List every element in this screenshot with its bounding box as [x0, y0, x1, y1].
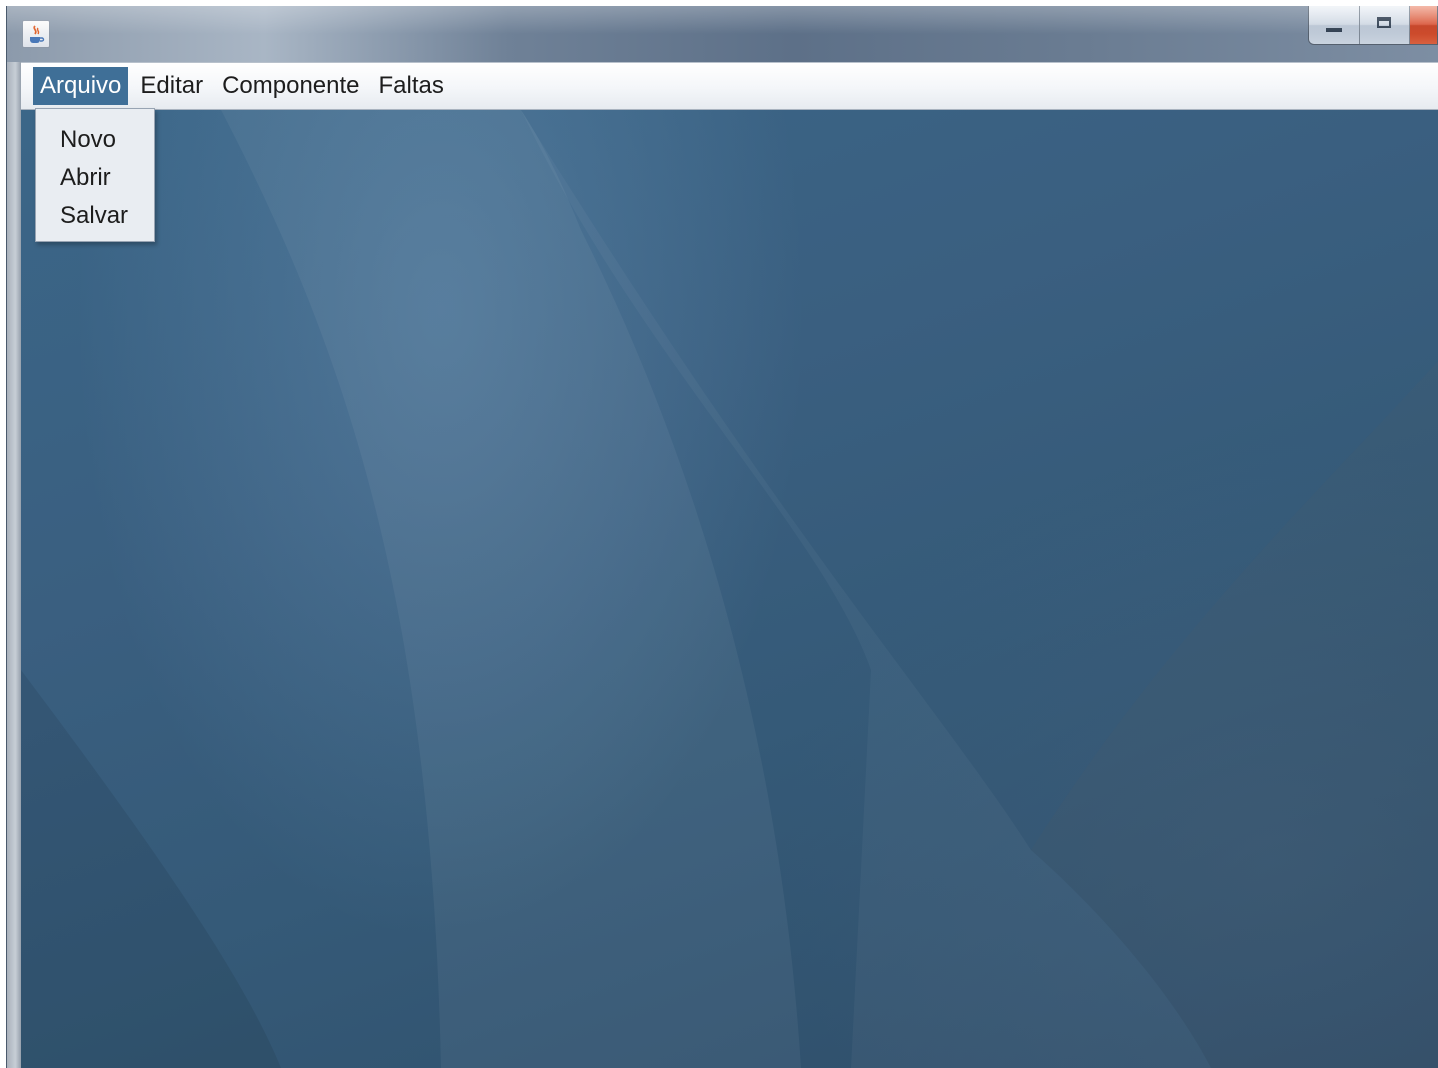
- menu-item-abrir[interactable]: Abrir: [36, 159, 154, 197]
- menu-faltas[interactable]: Faltas: [372, 67, 451, 105]
- title-bar[interactable]: [7, 6, 1438, 62]
- window-controls: [1308, 6, 1438, 45]
- java-cup-icon[interactable]: [22, 20, 50, 48]
- menu-arquivo[interactable]: Arquivo: [33, 67, 129, 105]
- window-left-border: [7, 62, 21, 1068]
- minimize-button[interactable]: [1309, 6, 1359, 44]
- close-button[interactable]: [1409, 6, 1437, 44]
- app-window: Arquivo Editar Componente Faltas Novo Ab…: [6, 6, 1438, 1068]
- menu-componente[interactable]: Componente: [215, 67, 366, 105]
- menu-bar: Arquivo Editar Componente Faltas: [21, 62, 1438, 110]
- maximize-button[interactable]: [1359, 6, 1409, 44]
- arquivo-dropdown: Novo Abrir Salvar: [35, 108, 155, 242]
- minimize-icon: [1326, 28, 1342, 32]
- menu-editar[interactable]: Editar: [133, 67, 210, 105]
- desktop-background-art: [21, 110, 1438, 1068]
- maximize-icon: [1377, 17, 1391, 28]
- menu-item-novo[interactable]: Novo: [36, 121, 154, 159]
- menu-item-salvar[interactable]: Salvar: [36, 197, 154, 235]
- desktop-pane: [21, 110, 1438, 1068]
